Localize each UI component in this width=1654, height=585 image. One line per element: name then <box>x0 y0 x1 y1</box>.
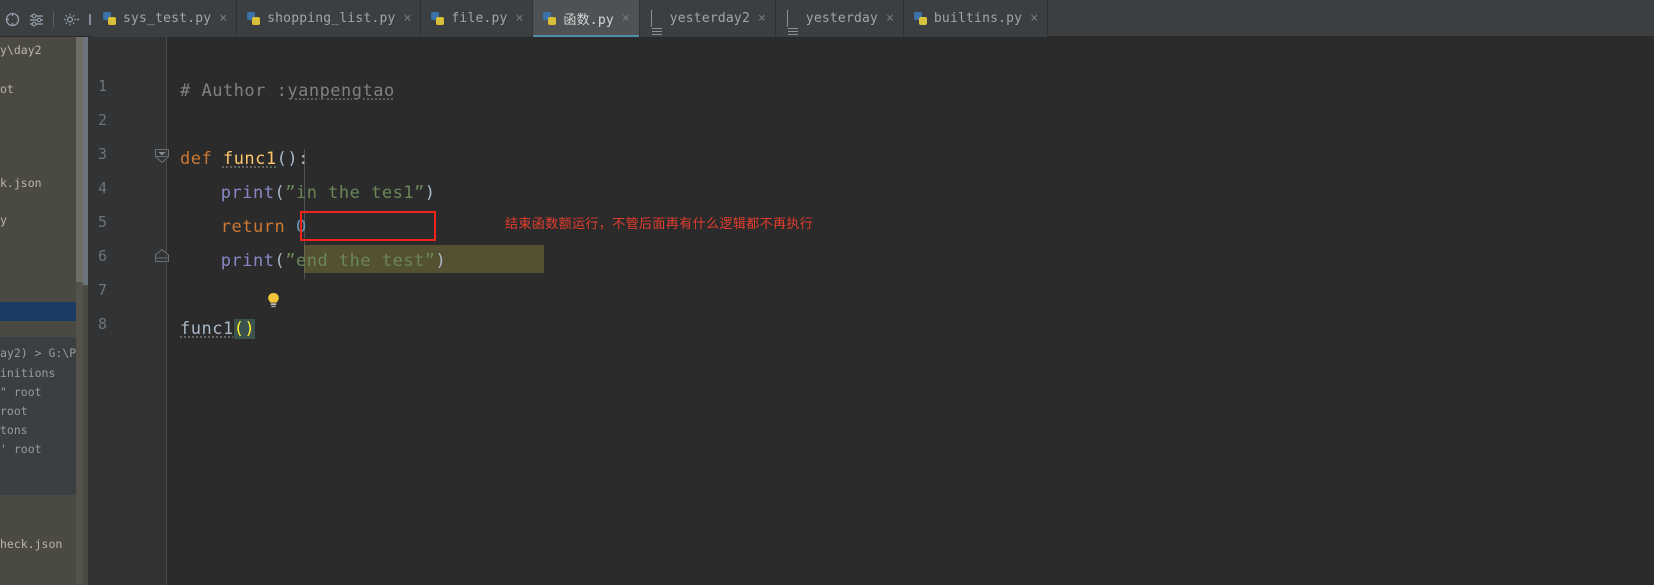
code-token: return <box>220 217 296 237</box>
code-token: ( <box>274 251 286 271</box>
code-token: def <box>180 149 223 169</box>
close-icon[interactable]: × <box>622 12 630 25</box>
run-debug-icon[interactable] <box>2 9 22 29</box>
code-line-6[interactable]: print(”end the test”) <box>221 244 446 278</box>
project-tree-item[interactable]: y\day2 <box>0 43 42 58</box>
editor-tab-label: file.py <box>451 11 508 26</box>
project-panel-scroll-thumb[interactable] <box>76 37 83 282</box>
code-line-3[interactable]: def func1(): <box>180 142 309 176</box>
editor-tab-label: sys_test.py <box>123 11 212 26</box>
project-tree-item[interactable]: ot <box>0 82 14 97</box>
project-tree-selected-row[interactable] <box>0 302 83 321</box>
python-file-icon <box>247 11 261 26</box>
toolbar-divider <box>53 11 54 27</box>
code-token: print <box>220 251 275 271</box>
close-icon[interactable]: × <box>219 12 227 25</box>
project-tool-window[interactable]: y\day2 ot k.json y ay2) > G:\Python initions… <box>0 37 83 585</box>
editor-tab-label: 函数.py <box>563 13 614 28</box>
editor-gutter[interactable]: 1 2 3 4 5 6 7 8 <box>83 37 169 585</box>
project-tree-item[interactable]: k.json <box>0 176 42 191</box>
line-number: 2 <box>97 111 107 129</box>
close-icon[interactable]: × <box>886 12 894 25</box>
code-line-8[interactable]: func1() <box>180 312 256 346</box>
line-number: 3 <box>97 145 107 163</box>
python-file-icon <box>913 11 928 26</box>
editor-tab-label: yesterday2 <box>669 11 750 26</box>
editor-tab-5[interactable]: yesterday × <box>775 0 904 54</box>
code-token: ) <box>424 183 436 203</box>
code-token: ) <box>435 251 447 271</box>
code-token: () <box>233 319 256 339</box>
code-token: # Author : <box>180 81 288 101</box>
ide-window: sys_test.py × shopping_list.py × file.py × 函数.… <box>0 0 1654 585</box>
project-panel-scrollbar[interactable] <box>76 37 83 585</box>
code-token: func1 <box>222 149 277 169</box>
project-tree-item[interactable]: heck.json <box>0 537 62 552</box>
code-token: (): <box>276 149 309 169</box>
editor-tab-label: shopping_list.py <box>267 11 396 26</box>
editor-tab-strip[interactable]: sys_test.py × shopping_list.py × file.py × 函数.… <box>93 0 1049 54</box>
line-number: 6 <box>97 247 107 265</box>
editor-tab-6[interactable]: builtins.py × <box>903 0 1049 37</box>
editor-tab-label: yesterday <box>805 11 879 26</box>
return-annotation-box <box>300 211 436 241</box>
text-file-icon <box>785 10 800 54</box>
editor-tab-0[interactable]: sys_test.py × <box>93 0 238 37</box>
line-number: 7 <box>97 281 107 299</box>
line-number: 5 <box>97 213 107 231</box>
red-annotation-text: 结束函数额运行，不管后面再有什么逻辑都不再执行 <box>505 217 814 232</box>
code-token: ”end the test” <box>285 251 436 271</box>
code-token: ( <box>274 183 286 203</box>
code-editor[interactable]: 12345678 # Author :yanpengtao def func1(… <box>83 37 1654 585</box>
code-token: print <box>220 183 275 203</box>
structure-item[interactable]: ay2) > G:\Python <box>0 346 83 361</box>
close-icon[interactable]: × <box>758 12 766 25</box>
lightbulb-icon[interactable] <box>266 292 281 309</box>
code-token: ”in the tes1” <box>285 183 425 203</box>
editor-tab-1[interactable]: shopping_list.py × <box>237 0 422 37</box>
close-icon[interactable]: × <box>516 12 524 25</box>
structure-item[interactable]: tons <box>0 423 28 438</box>
filter-settings-icon[interactable] <box>26 9 46 29</box>
code-token: yanpengtao <box>287 81 395 101</box>
line-number: 1 <box>97 77 107 95</box>
editor-tab-label: builtins.py <box>933 11 1023 26</box>
project-tree-item[interactable]: y <box>0 213 7 228</box>
close-icon[interactable]: × <box>1030 12 1038 25</box>
python-file-icon <box>431 11 445 26</box>
python-file-icon <box>103 11 117 26</box>
project-tree-lower[interactable]: heck.json <box>0 495 83 585</box>
code-token: func1 <box>180 319 234 339</box>
editor-tab-3[interactable]: 函数.py × <box>533 0 640 37</box>
line-number: 4 <box>97 179 107 197</box>
line-number: 8 <box>97 315 107 333</box>
gear-dropdown-icon[interactable] <box>61 9 81 29</box>
code-line-5[interactable]: return 0 <box>221 210 307 244</box>
structure-item[interactable]: root <box>0 404 28 419</box>
code-line-1[interactable]: # Author :yanpengtao <box>180 74 395 108</box>
code-text-area[interactable]: # Author :yanpengtao def func1(): print(”i… <box>167 37 1654 585</box>
python-file-icon <box>543 11 557 26</box>
close-icon[interactable]: × <box>404 12 412 25</box>
structure-item[interactable]: " root <box>0 385 42 400</box>
editor-tab-4[interactable]: yesterday2 × <box>639 0 776 54</box>
editor-tab-2[interactable]: file.py × <box>421 0 534 37</box>
code-line-4[interactable]: print(”in the tes1”) <box>221 176 436 210</box>
toolbar-icon-strip <box>0 6 105 32</box>
text-file-icon <box>649 10 664 54</box>
structure-item[interactable]: ' root <box>0 442 42 457</box>
structure-item[interactable]: initions <box>0 366 55 381</box>
top-bar: sys_test.py × shopping_list.py × file.py × 函数.… <box>0 0 1654 54</box>
